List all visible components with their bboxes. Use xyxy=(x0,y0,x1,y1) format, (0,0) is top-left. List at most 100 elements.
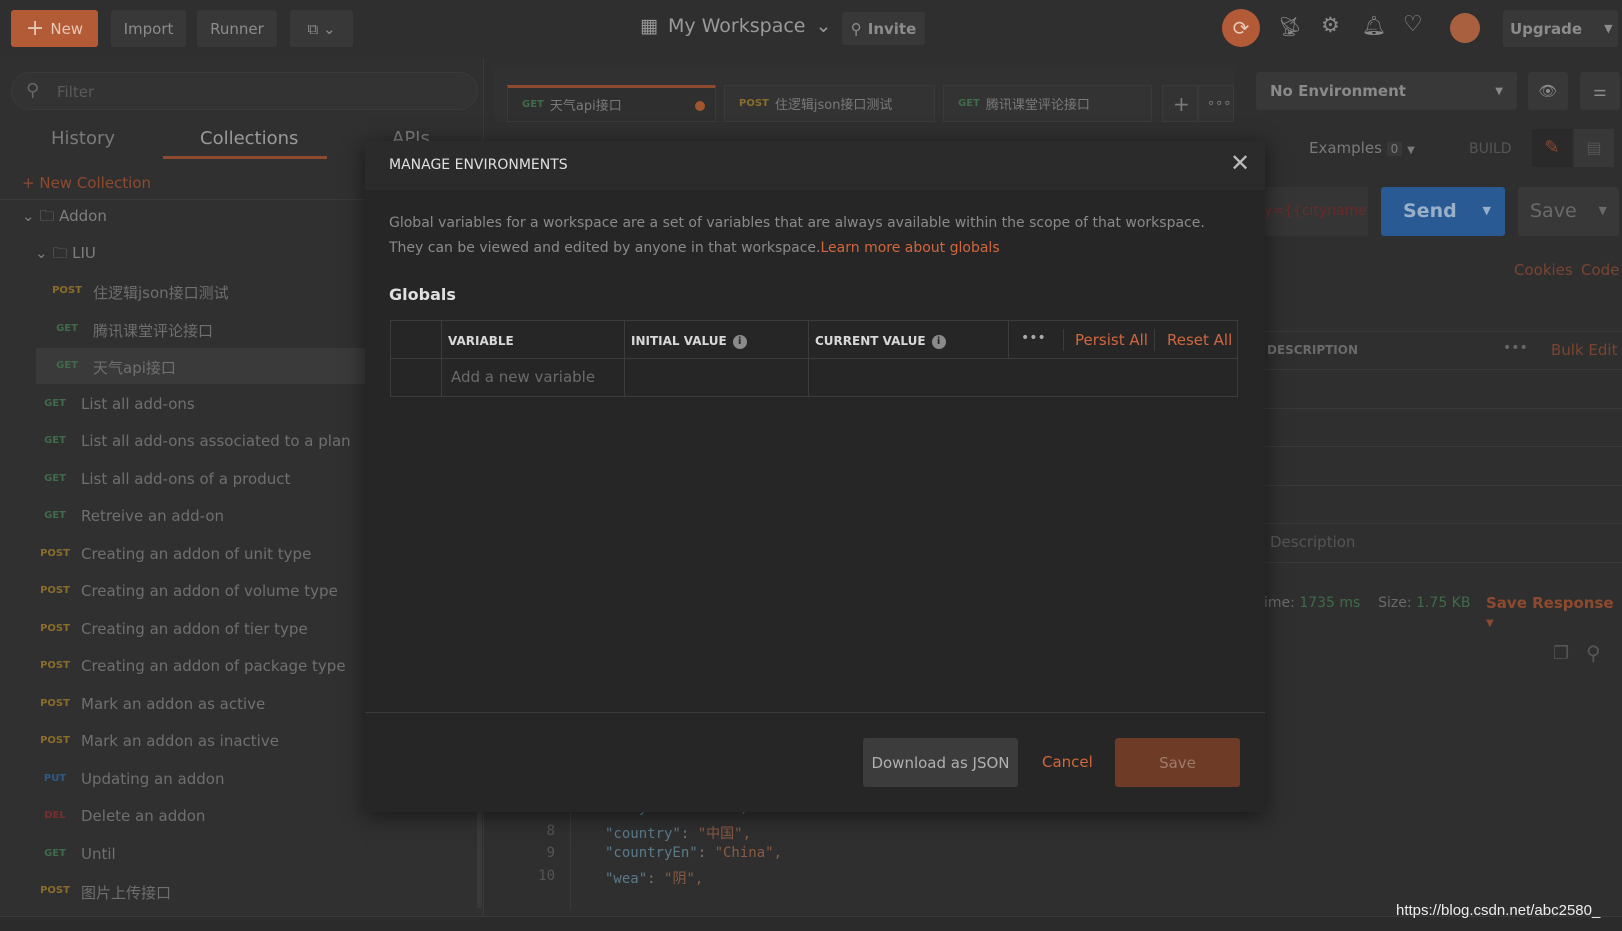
globals-heading: Globals xyxy=(389,285,456,304)
caret-down-icon: ▼ xyxy=(1495,85,1503,97)
save-response-button[interactable]: Save Response ▼ xyxy=(1486,594,1622,630)
request-label: Updating an addon xyxy=(81,769,225,788)
tab-history[interactable]: History xyxy=(51,128,115,149)
line-number: 10 xyxy=(538,867,555,884)
invite-button[interactable]: ⚲ Invite xyxy=(842,12,925,45)
code-line: "wea": "阴", xyxy=(605,870,704,887)
caret-down-icon: ▼ xyxy=(1598,204,1607,217)
method-badge: POST xyxy=(40,547,70,559)
method-badge: GET xyxy=(44,472,66,484)
request-tab[interactable]: GET 天气api接口 xyxy=(507,85,716,122)
gear-icon[interactable]: ⚙ xyxy=(1321,13,1340,37)
sync-icon[interactable]: ⟳ xyxy=(1222,9,1260,47)
new-window-icon[interactable]: ⧉ ⌄ xyxy=(290,10,353,47)
send-button[interactable]: Send ▼ xyxy=(1381,187,1505,236)
info-icon[interactable]: i xyxy=(732,334,747,349)
method-badge: GET xyxy=(958,98,980,109)
folder-icon: 🗀︎ xyxy=(52,244,73,262)
method-badge: GET xyxy=(44,397,66,409)
persist-all-button[interactable]: Persist All xyxy=(1075,331,1148,349)
tab-options-icon[interactable]: ∘∘∘ xyxy=(1198,85,1234,122)
caret-down-icon: ▼ xyxy=(1604,22,1613,35)
code-link[interactable]: Code xyxy=(1581,261,1619,279)
method-badge: PUT xyxy=(43,772,67,784)
checkbox-column xyxy=(391,321,442,358)
divider xyxy=(1264,485,1622,486)
copy-icon[interactable]: ❐ xyxy=(1553,643,1569,664)
initial-value-input[interactable] xyxy=(625,359,809,396)
cancel-button[interactable]: Cancel xyxy=(1042,753,1093,771)
divider xyxy=(1264,523,1622,524)
satellite-icon[interactable]: 📡︎ xyxy=(1278,15,1302,38)
method-badge: POST xyxy=(40,660,70,671)
method-badge: POST xyxy=(40,885,70,896)
import-button[interactable]: Import xyxy=(111,10,186,47)
method-badge: GET xyxy=(44,847,66,859)
save-request-button[interactable]: Save ▼ xyxy=(1518,187,1619,236)
divider xyxy=(1063,329,1064,351)
environment-select[interactable]: No Environment ▼ xyxy=(1256,72,1517,110)
workspace-selector[interactable]: ▦ My Workspace ⌄ xyxy=(640,15,831,37)
reset-all-button[interactable]: Reset All xyxy=(1167,331,1232,349)
tab-label: 天气api接口 xyxy=(549,99,622,114)
unsaved-dot-icon xyxy=(695,101,705,111)
download-json-button[interactable]: Download as JSON xyxy=(863,738,1018,787)
eye-icon[interactable]: 👁︎ xyxy=(1528,72,1568,110)
folder-liu[interactable]: ⌄ 🗀︎ LIU xyxy=(35,243,96,268)
modal-description: Global variables for a workspace are a s… xyxy=(389,215,1205,256)
examples-dropdown[interactable]: Examples 0 ▼ xyxy=(1309,139,1415,157)
method-badge: POST xyxy=(40,622,70,634)
status-bar xyxy=(0,916,1622,931)
search-icon[interactable]: ⚲ xyxy=(1586,641,1601,665)
table-header: VARIABLE INITIAL VALUE i CURRENT VALUE i •… xyxy=(391,321,1237,359)
caret-down-icon: ▼ xyxy=(1486,618,1494,629)
collection-addon[interactable]: ⌄ 🗀︎ Addon xyxy=(22,206,107,231)
method-badge: POST xyxy=(739,98,769,109)
method-badge: GET xyxy=(56,322,78,334)
description-input[interactable]: Description xyxy=(1270,533,1355,551)
variable-input[interactable]: Add a new variable xyxy=(442,359,625,396)
url-input[interactable]: y={{cityname xyxy=(1264,187,1368,236)
info-icon[interactable]: i xyxy=(931,334,946,349)
chevron-down-icon: ⌄ xyxy=(815,15,832,37)
cookies-link[interactable]: Cookies xyxy=(1514,261,1573,279)
comment-icon[interactable]: ▤ xyxy=(1574,129,1614,167)
pencil-icon[interactable]: ✎ xyxy=(1532,129,1572,167)
bell-icon[interactable]: 🔔︎ xyxy=(1362,14,1386,37)
request-label: Until xyxy=(81,844,116,863)
upgrade-button[interactable]: Upgrade ▼ xyxy=(1503,10,1618,47)
more-options-icon[interactable]: ••• xyxy=(1503,340,1528,356)
tab-collections[interactable]: Collections xyxy=(200,128,298,149)
request-item[interactable]: POST 图片上传接口 xyxy=(0,873,484,909)
chevron-down-icon: ⌄ xyxy=(22,207,40,225)
chevron-down-icon: ⌄ xyxy=(35,244,53,262)
new-button[interactable]: + New xyxy=(11,10,98,47)
avatar[interactable] xyxy=(1450,13,1480,43)
save-button[interactable]: Save xyxy=(1115,738,1240,787)
column-variable: VARIABLE xyxy=(442,321,625,358)
heart-icon[interactable]: ♡ xyxy=(1403,12,1423,37)
request-label: Delete an addon xyxy=(81,807,206,825)
filter-input[interactable]: ⚲ Filter xyxy=(11,72,478,110)
divider xyxy=(1264,331,1622,332)
request-label: Creating an addon of unit type xyxy=(81,544,312,563)
learn-more-link[interactable]: Learn more about globals xyxy=(820,240,999,256)
more-options-icon[interactable]: ••• xyxy=(1021,330,1046,346)
request-tab[interactable]: GET 腾讯课堂评论接口 xyxy=(943,85,1152,122)
bulk-edit-link[interactable]: Bulk Edit xyxy=(1551,341,1617,359)
settings-sliders-icon[interactable]: ⚌ xyxy=(1580,72,1620,110)
request-label: 腾讯课堂评论接口 xyxy=(93,321,214,340)
request-item[interactable]: GET Until xyxy=(0,836,484,872)
new-tab-button[interactable]: + xyxy=(1162,85,1198,122)
build-label: BUILD xyxy=(1469,141,1512,157)
globals-table: VARIABLE INITIAL VALUE i CURRENT VALUE i •… xyxy=(390,320,1238,397)
manage-environments-modal: MANAGE ENVIRONMENTS ✕ Global variables f… xyxy=(365,141,1265,812)
method-badge: DEL xyxy=(44,810,66,821)
divider xyxy=(1154,329,1155,351)
new-collection-button[interactable]: + New Collection xyxy=(22,174,151,192)
request-tab[interactable]: POST 住逻辑json接口测试 xyxy=(724,85,935,122)
runner-button[interactable]: Runner xyxy=(197,10,277,47)
description-header: DESCRIPTION xyxy=(1267,343,1359,357)
current-value-input[interactable] xyxy=(809,359,1237,396)
close-icon[interactable]: ✕ xyxy=(1230,149,1250,177)
